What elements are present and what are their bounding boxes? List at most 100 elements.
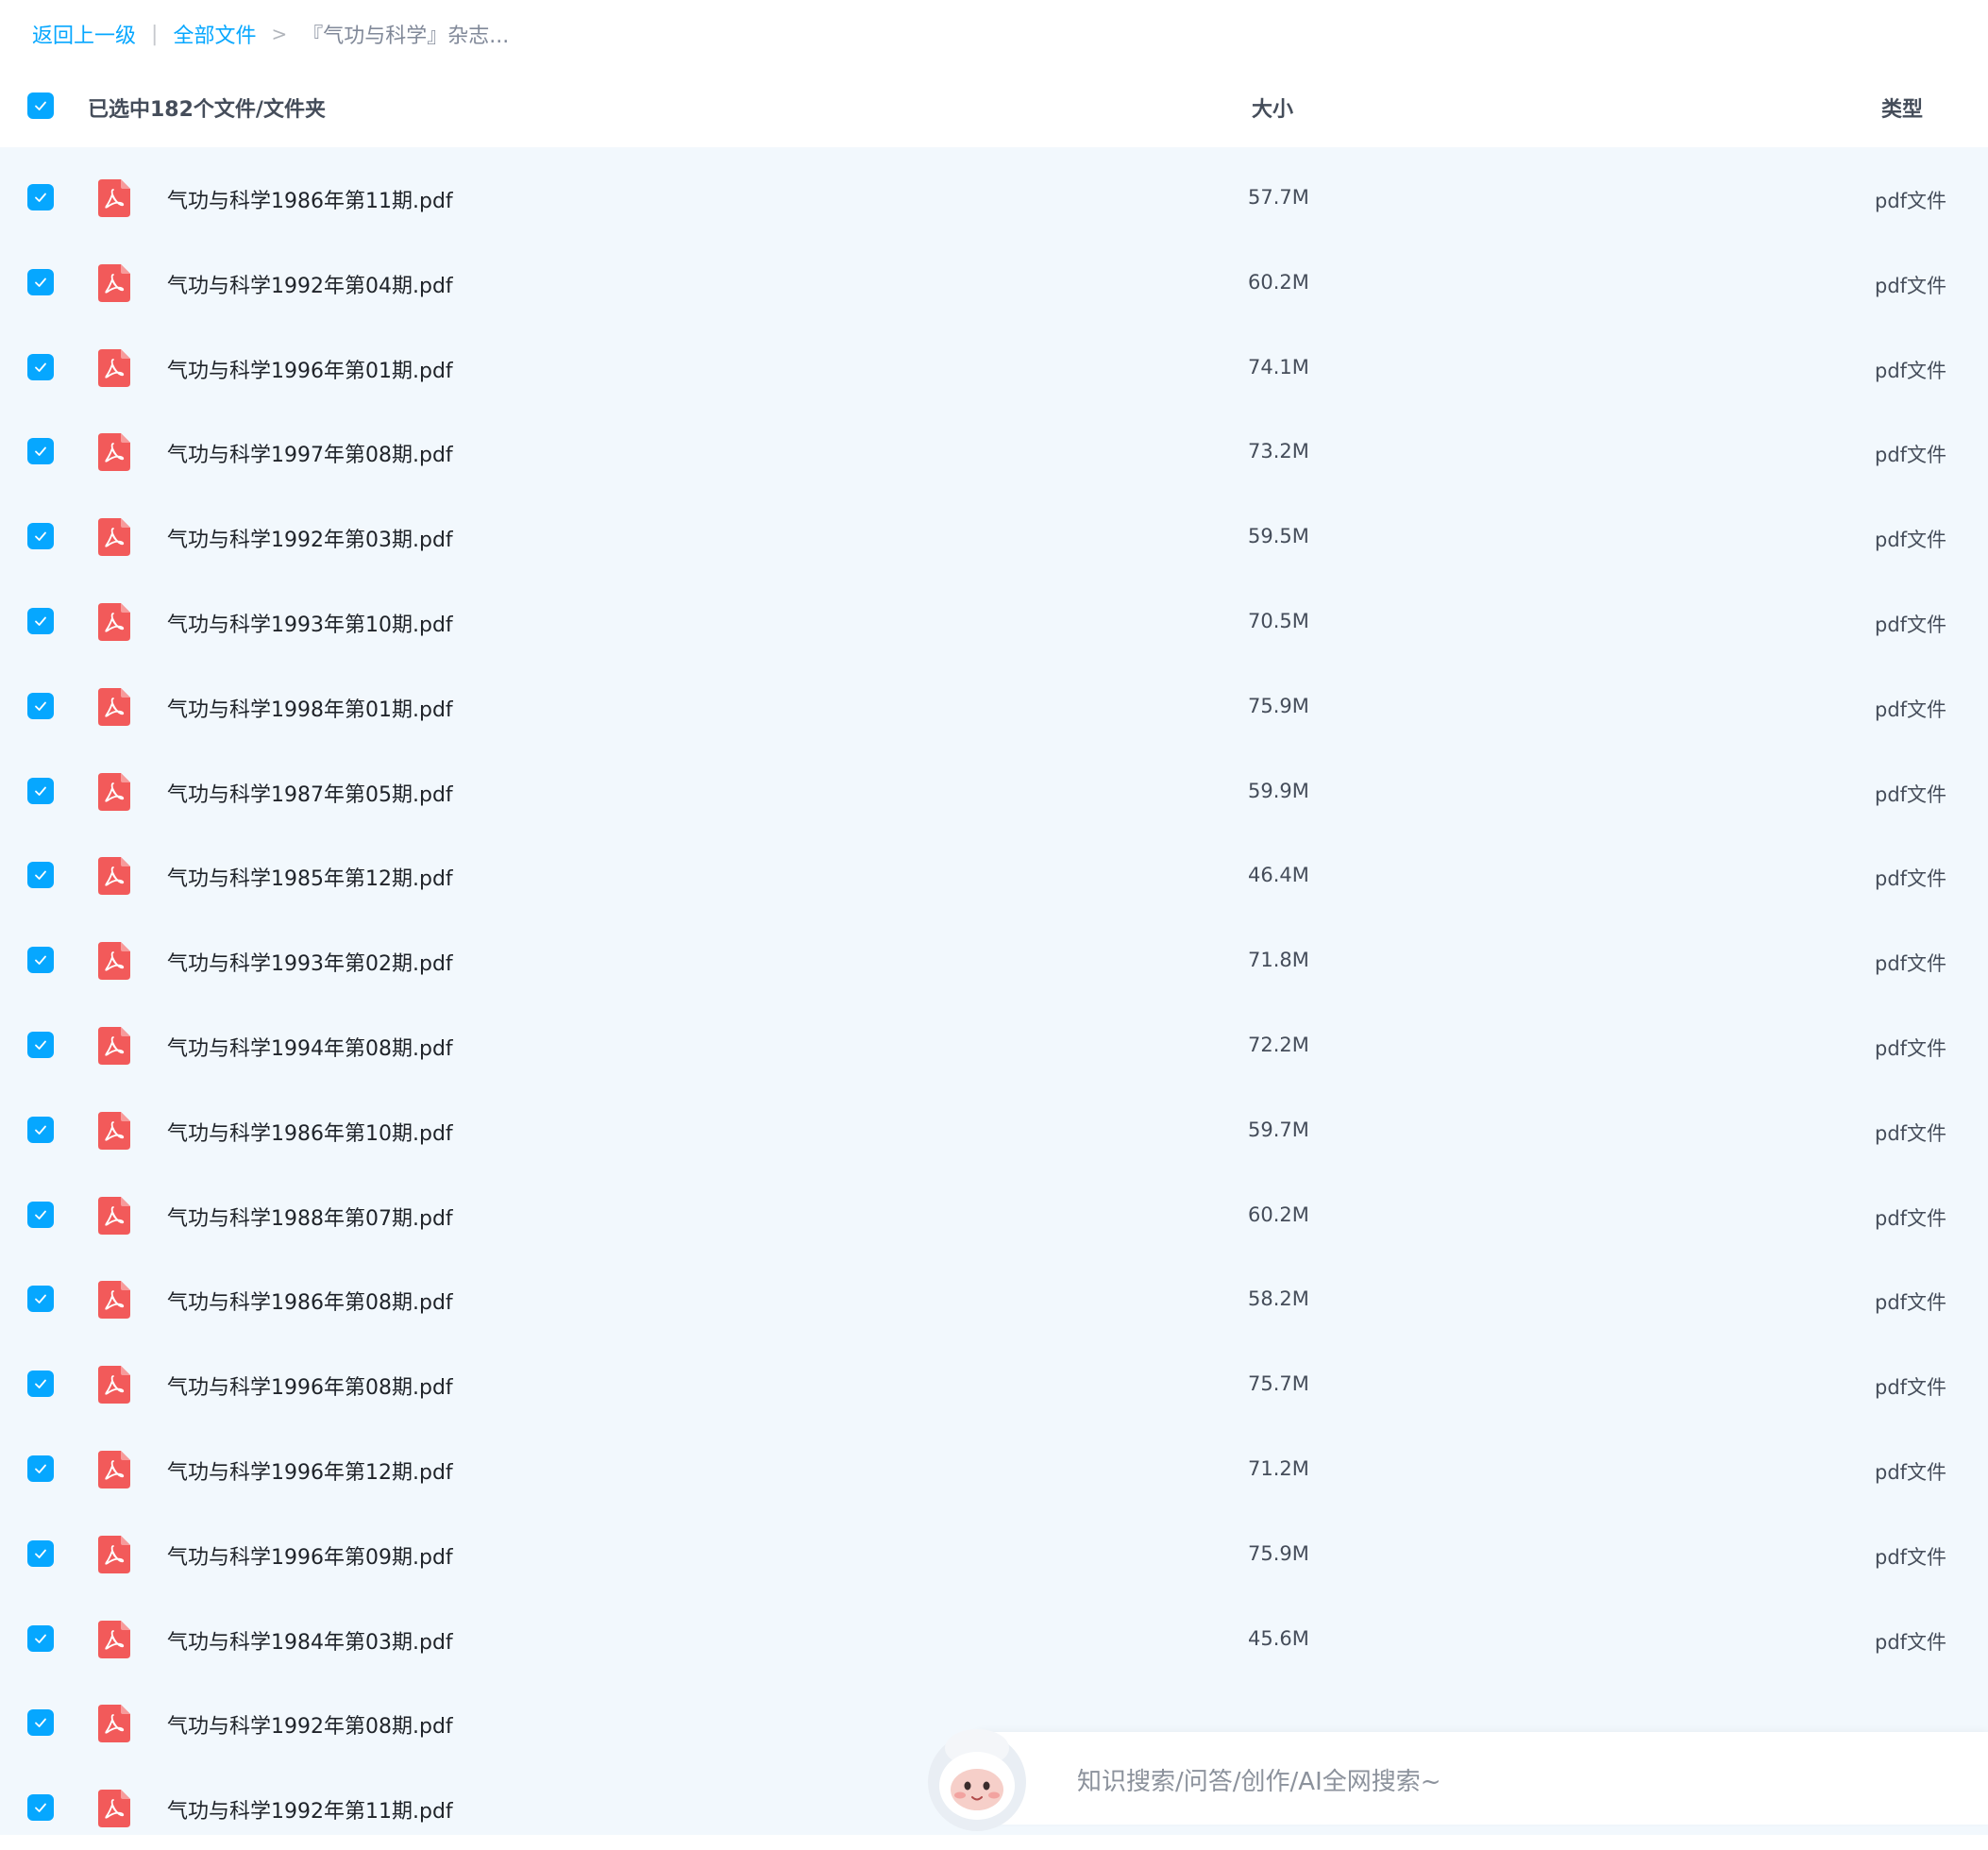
file-type: pdf文件 <box>1875 1461 1947 1484</box>
file-checkbox[interactable] <box>27 1624 54 1652</box>
file-checkbox[interactable] <box>27 1286 54 1313</box>
ai-assistant-mascot-icon[interactable] <box>920 1720 1034 1835</box>
file-row[interactable]: 气功与科学1993年第10期.pdf 70.5M pdf文件 <box>0 579 1988 664</box>
checkmark-icon <box>35 1379 46 1389</box>
checkmark-icon <box>35 701 46 711</box>
file-type: pdf文件 <box>1875 698 1947 721</box>
file-name[interactable]: 气功与科学1996年第01期.pdf <box>167 354 453 384</box>
file-size: 75.9M <box>1248 1541 1309 1565</box>
file-checkbox[interactable] <box>27 184 54 210</box>
file-name[interactable]: 气功与科学1992年第03期.pdf <box>167 523 453 553</box>
file-checkbox[interactable] <box>27 608 54 634</box>
ai-search-input[interactable]: 知识搜索/问答/创作/AI全网搜索~ <box>1077 1762 1441 1797</box>
file-size: 75.7M <box>1248 1372 1309 1396</box>
file-checkbox[interactable] <box>27 777 54 804</box>
file-row[interactable]: 气功与科学1984年第03期.pdf 45.6M pdf文件 <box>0 1596 1988 1681</box>
checkmark-icon <box>35 1803 46 1813</box>
checkmark-icon <box>35 1634 46 1643</box>
file-row[interactable]: 气功与科学1996年第08期.pdf 75.7M pdf文件 <box>0 1341 1988 1426</box>
file-name[interactable]: 气功与科学1986年第11期.pdf <box>167 184 453 214</box>
file-name[interactable]: 气功与科学1996年第09期.pdf <box>167 1540 453 1571</box>
file-size: 71.8M <box>1248 949 1309 972</box>
file-list-header: 已选中182个文件/文件夹 大小 类型 <box>0 72 1988 147</box>
checkmark-icon <box>35 446 46 457</box>
file-name[interactable]: 气功与科学1992年第04期.pdf <box>167 269 453 299</box>
type-column-header[interactable]: 类型 <box>1881 92 1923 123</box>
pdf-file-icon <box>98 857 130 896</box>
file-checkbox[interactable] <box>27 1032 54 1058</box>
file-row[interactable]: 气功与科学1998年第01期.pdf 75.9M pdf文件 <box>0 664 1988 748</box>
pdf-file-icon <box>98 1451 130 1488</box>
file-row[interactable]: 气功与科学1988年第07期.pdf 60.2M pdf文件 <box>0 1172 1988 1257</box>
file-name[interactable]: 气功与科学1986年第08期.pdf <box>167 1286 453 1316</box>
file-checkbox[interactable] <box>27 1116 54 1143</box>
file-checkbox[interactable] <box>27 692 54 719</box>
breadcrumb-all-files[interactable]: 全部文件 <box>173 19 256 49</box>
file-row[interactable]: 气功与科学1986年第10期.pdf 59.7M pdf文件 <box>0 1087 1988 1172</box>
file-checkbox[interactable] <box>27 438 54 465</box>
file-row[interactable]: 气功与科学1996年第09期.pdf 75.9M pdf文件 <box>0 1511 1988 1596</box>
file-name[interactable]: 气功与科学1992年第11期.pdf <box>167 1794 453 1825</box>
file-checkbox[interactable] <box>27 1371 54 1398</box>
file-row[interactable]: 气功与科学1986年第08期.pdf 58.2M pdf文件 <box>0 1256 1988 1341</box>
file-type: pdf文件 <box>1875 952 1947 976</box>
file-checkbox[interactable] <box>27 1709 54 1737</box>
file-name[interactable]: 气功与科学1994年第08期.pdf <box>167 1032 453 1062</box>
checkmark-icon <box>35 101 46 110</box>
pdf-file-icon <box>98 518 130 557</box>
checkmark-icon <box>35 1040 46 1050</box>
file-checkbox[interactable] <box>27 1201 54 1228</box>
file-row[interactable]: 气功与科学1992年第04期.pdf 60.2M pdf文件 <box>0 240 1988 325</box>
back-link[interactable]: 返回上一级 <box>32 19 136 49</box>
file-name[interactable]: 气功与科学1984年第03期.pdf <box>167 1625 453 1656</box>
file-checkbox[interactable] <box>27 523 54 550</box>
file-row[interactable]: 气功与科学1996年第01期.pdf 74.1M pdf文件 <box>0 325 1988 410</box>
file-type: pdf文件 <box>1875 274 1947 297</box>
file-checkbox[interactable] <box>27 862 54 889</box>
select-all-checkbox[interactable] <box>27 92 54 119</box>
pdf-file-icon <box>98 1535 130 1573</box>
file-row[interactable]: 气功与科学1992年第03期.pdf 59.5M pdf文件 <box>0 494 1988 579</box>
checkmark-icon <box>35 1210 46 1219</box>
file-name[interactable]: 气功与科学1985年第12期.pdf <box>167 862 453 892</box>
pdf-file-icon <box>98 1027 130 1065</box>
checkmark-icon <box>35 362 46 372</box>
file-name[interactable]: 气功与科学1998年第01期.pdf <box>167 693 453 723</box>
file-name[interactable]: 气功与科学1996年第08期.pdf <box>167 1371 453 1401</box>
pdf-file-icon <box>98 1281 130 1320</box>
file-name[interactable]: 气功与科学1993年第10期.pdf <box>167 608 453 638</box>
file-row[interactable]: 气功与科学1993年第02期.pdf 71.8M pdf文件 <box>0 917 1988 1002</box>
pdf-file-icon <box>98 179 130 217</box>
file-name[interactable]: 气功与科学1996年第12期.pdf <box>167 1455 453 1486</box>
file-type: pdf文件 <box>1875 1291 1947 1315</box>
file-name[interactable]: 气功与科学1986年第10期.pdf <box>167 1117 453 1147</box>
size-column-header[interactable]: 大小 <box>1252 92 1293 123</box>
file-checkbox[interactable] <box>27 1455 54 1482</box>
file-name[interactable]: 气功与科学1992年第08期.pdf <box>167 1709 453 1740</box>
file-list: 气功与科学1986年第11期.pdf 57.7M pdf文件 气功与科学1992年第0… <box>0 147 1988 1835</box>
breadcrumb-current-folder: 『气功与科学』杂志... <box>302 25 510 48</box>
file-name[interactable]: 气功与科学1988年第07期.pdf <box>167 1202 453 1232</box>
file-type: pdf文件 <box>1875 1206 1947 1230</box>
file-size: 59.9M <box>1248 779 1309 802</box>
file-checkbox[interactable] <box>27 1794 54 1822</box>
file-checkbox[interactable] <box>27 1539 54 1567</box>
file-checkbox[interactable] <box>27 947 54 974</box>
file-name[interactable]: 气功与科学1997年第08期.pdf <box>167 438 453 468</box>
file-row[interactable]: 气功与科学1996年第12期.pdf 71.2M pdf文件 <box>0 1426 1988 1511</box>
file-type: pdf文件 <box>1875 1545 1947 1569</box>
file-row[interactable]: 气功与科学1986年第11期.pdf 57.7M pdf文件 <box>0 155 1988 240</box>
file-row[interactable]: 气功与科学1985年第12期.pdf 46.4M pdf文件 <box>0 832 1988 917</box>
file-row[interactable]: 气功与科学1994年第08期.pdf 72.2M pdf文件 <box>0 1002 1988 1087</box>
checkmark-icon <box>35 531 46 542</box>
file-name[interactable]: 气功与科学1993年第02期.pdf <box>167 947 453 977</box>
pdf-file-icon <box>98 348 130 387</box>
file-type: pdf文件 <box>1875 1037 1947 1060</box>
file-checkbox[interactable] <box>27 268 54 295</box>
file-type: pdf文件 <box>1875 529 1947 552</box>
file-checkbox[interactable] <box>27 353 54 380</box>
pdf-file-icon <box>98 603 130 641</box>
file-name[interactable]: 气功与科学1987年第05期.pdf <box>167 778 453 808</box>
file-row[interactable]: 气功与科学1987年第05期.pdf 59.9M pdf文件 <box>0 748 1988 833</box>
file-row[interactable]: 气功与科学1997年第08期.pdf 73.2M pdf文件 <box>0 409 1988 494</box>
